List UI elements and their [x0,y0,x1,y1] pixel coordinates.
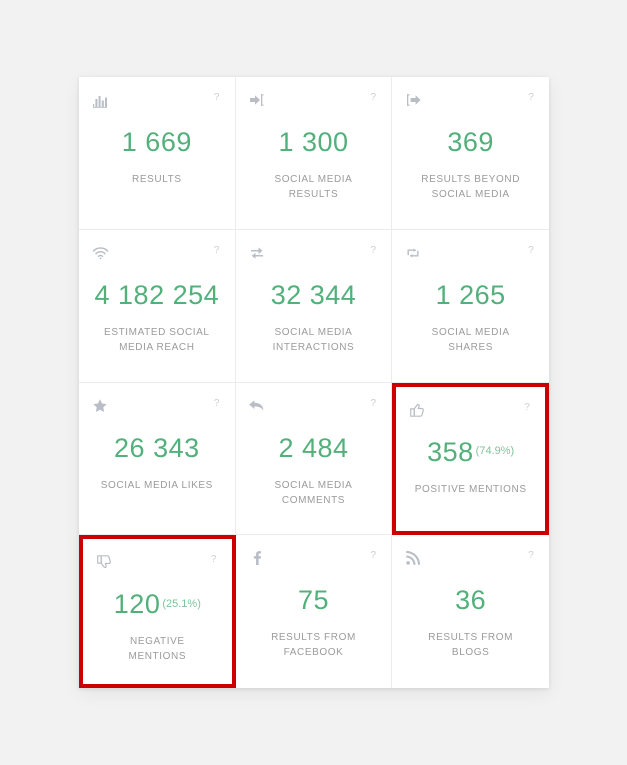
metric-value: 1 265 [435,279,506,310]
metric-value: 358 [427,436,474,467]
help-icon[interactable]: ? [525,91,537,105]
card-header: ? [91,91,223,111]
card-header: ? [248,397,380,417]
card-header: ? [404,244,537,264]
card-header: ? [408,401,533,421]
card-header: ? [404,549,537,569]
bar-chart-icon [91,91,109,109]
help-icon[interactable]: ? [211,397,223,411]
metric-value: 369 [447,127,494,157]
metric-value: 120 [113,589,161,620]
metric-value-row: 1 265 [404,280,537,311]
metric-card[interactable]: ? 369 RESULTS BEYOND SOCIAL MEDIA [392,77,549,230]
metric-value: 32 344 [270,279,357,310]
metrics-grid: ? 1 669 RESULTS? 1 300 SOCIAL MEDIA RESULTS?… [79,77,549,688]
metric-value: 1 300 [278,127,349,157]
metric-card[interactable]: ? 32 344 SOCIAL MEDIA INTERACTIONS [235,229,393,383]
metric-value-row: 75 [248,585,380,616]
exchange-arrows-icon [248,244,266,262]
help-icon[interactable]: ? [211,91,223,105]
metric-value-row: 32 344 [248,280,380,311]
help-icon[interactable]: ? [211,244,223,258]
card-header: ? [91,397,223,417]
thumbs-down-icon [95,553,113,571]
metric-label: RESULTS [132,174,182,185]
metric-value-row: 2 484 [248,433,380,464]
card-header: ? [248,91,380,111]
metric-percent: (74.9%) [475,445,515,458]
card-header: ? [248,549,380,569]
metric-label: SOCIAL MEDIA COMMENTS [274,479,353,506]
retweet-share-icon [404,244,422,262]
help-icon[interactable]: ? [208,553,220,567]
metric-card[interactable]: ? 75 RESULTS FROM FACEBOOK [235,535,393,688]
metric-percent: (25.1%) [162,597,201,610]
help-icon[interactable]: ? [367,397,379,411]
metric-card[interactable]: ? 1 265 SOCIAL MEDIA SHARES [392,229,549,383]
metric-label: SOCIAL MEDIA LIKES [100,479,213,491]
card-header: ? [95,553,220,573]
facebook-icon [248,549,266,567]
metric-value-row: 4 182 254 [91,280,223,311]
metrics-dashboard-panel: ? 1 669 RESULTS? 1 300 SOCIAL MEDIA RESULTS?… [79,77,549,688]
metric-value: 75 [297,585,330,616]
metric-label: SOCIAL MEDIA INTERACTIONS [272,326,355,353]
metric-label: ESTIMATED SOCIAL MEDIA REACH [104,326,210,353]
metric-card[interactable]: ? 4 182 254 ESTIMATED SOCIAL MEDIA REACH [79,229,236,383]
metric-value-row: 1 300 [248,127,380,158]
metric-value-row: 1 669 [91,127,223,158]
metric-label: POSITIVE MENTIONS [414,483,527,495]
star-icon [91,397,109,415]
metric-label: SOCIAL MEDIA SHARES [431,326,510,353]
metric-value-row: 358 (74.9%) [408,437,533,468]
metric-card[interactable]: ? 26 343 SOCIAL MEDIA LIKES [79,382,236,536]
metric-value: 1 669 [121,127,192,157]
thumbs-up-icon [408,401,426,419]
metric-label: NEGATIVE MENTIONS [128,636,187,663]
metric-card[interactable]: ? 120 (25.1%) NEGATIVE MENTIONS [79,535,236,688]
metric-label: SOCIAL MEDIA RESULTS [274,174,353,200]
rss-feed-icon [404,549,422,567]
metric-value: 26 343 [114,432,200,463]
metric-value-row: 26 343 [91,433,223,464]
help-icon[interactable]: ? [367,91,379,105]
wifi-signal-icon [91,244,109,262]
metric-card[interactable]: ? 1 300 SOCIAL MEDIA RESULTS [235,77,393,230]
metric-value-row: 120 (25.1%) [95,589,220,620]
metric-value: 2 484 [278,432,349,463]
metric-value: 4 182 254 [94,279,220,310]
card-header: ? [404,91,537,111]
metric-card[interactable]: ? 36 RESULTS FROM BLOGS [392,535,549,688]
metric-label: RESULTS FROM BLOGS [428,632,514,659]
sign-in-arrow-icon [248,91,266,109]
metric-card[interactable]: ? 358 (74.9%) POSITIVE MENTIONS [392,382,549,536]
card-header: ? [91,244,223,264]
metric-label: RESULTS BEYOND SOCIAL MEDIA [421,174,521,200]
help-icon[interactable]: ? [521,401,533,415]
metric-value-row: 369 [404,127,537,158]
help-icon[interactable]: ? [525,549,537,563]
card-header: ? [248,244,380,264]
metric-card[interactable]: ? 2 484 SOCIAL MEDIA COMMENTS [235,382,393,536]
metric-value-row: 36 [404,585,537,616]
help-icon[interactable]: ? [525,244,537,258]
reply-arrow-icon [248,397,266,415]
metric-value: 36 [455,585,487,616]
help-icon[interactable]: ? [367,549,379,563]
help-icon[interactable]: ? [367,244,379,258]
metric-card[interactable]: ? 1 669 RESULTS [79,77,236,230]
metric-label: RESULTS FROM FACEBOOK [271,632,356,659]
sign-out-arrow-icon [404,91,422,109]
